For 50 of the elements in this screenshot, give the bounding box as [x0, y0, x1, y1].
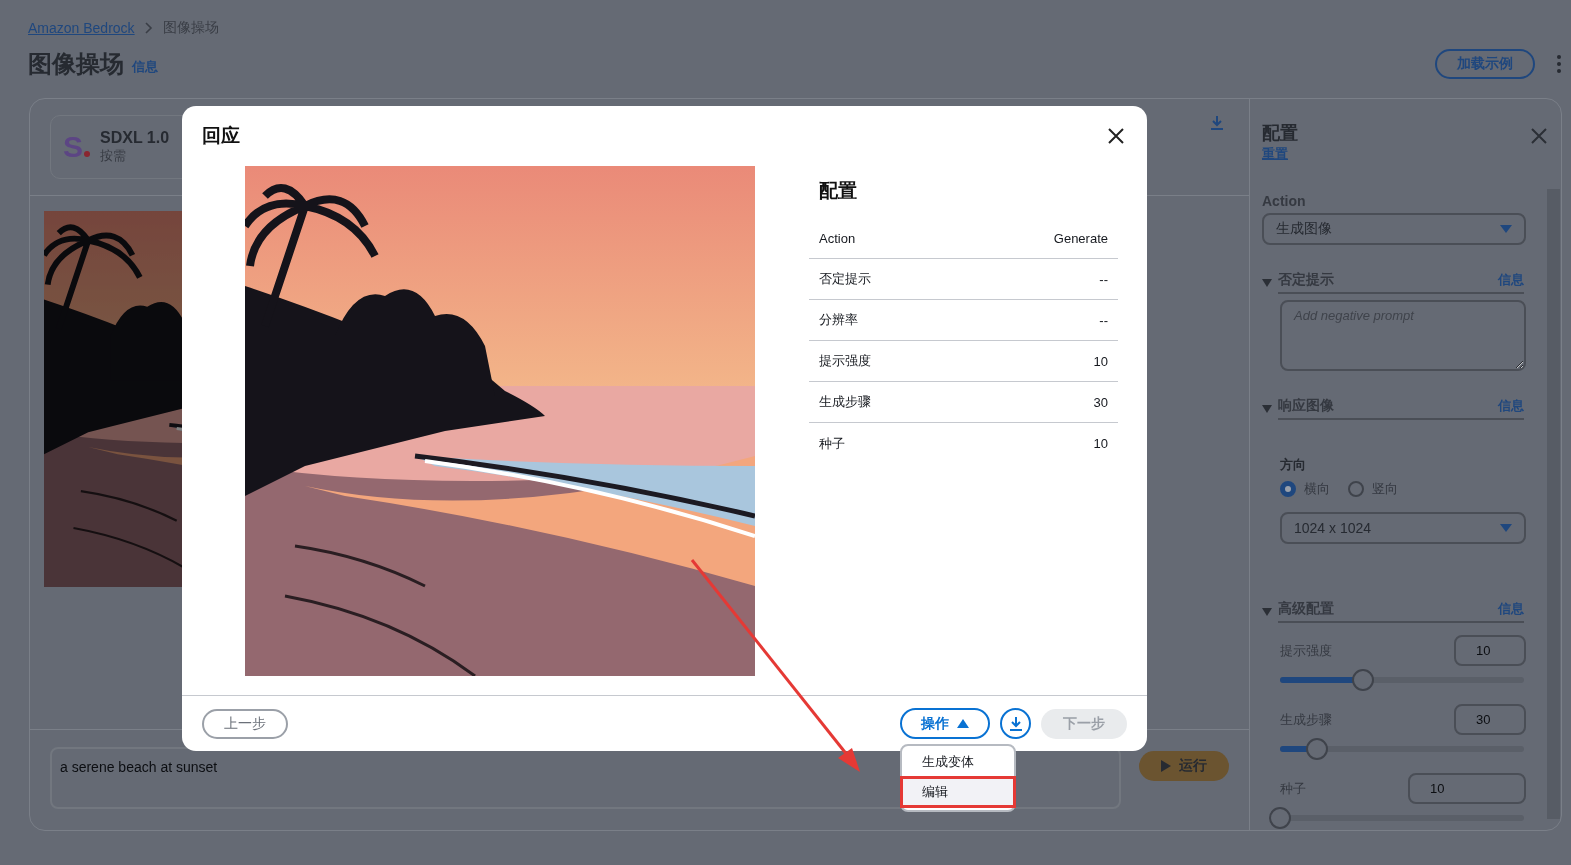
- config-name: 种子: [819, 434, 845, 453]
- menu-item[interactable]: 生成变体: [902, 748, 1014, 776]
- slider-thumb[interactable]: [1351, 669, 1374, 691]
- config-value: 10: [1093, 436, 1108, 451]
- number-field[interactable]: 30: [1454, 704, 1526, 735]
- size-select[interactable]: 1024 x 1024: [1280, 512, 1526, 544]
- model-name: SDXL 1.0: [100, 129, 170, 147]
- run-button[interactable]: 运行: [1139, 751, 1229, 781]
- info-link[interactable]: 信息: [132, 58, 158, 76]
- dropdown-caret-icon: [1500, 225, 1512, 233]
- dropdown-caret-icon: [1500, 524, 1512, 532]
- caret-icon[interactable]: [1262, 606, 1272, 617]
- slider-thumb[interactable]: [1305, 738, 1328, 760]
- chevron-right-icon: [144, 22, 153, 34]
- load-examples-button[interactable]: 加载示例: [1435, 49, 1535, 79]
- panel-title: 配置: [1262, 122, 1298, 145]
- config-value: 30: [1093, 394, 1108, 410]
- scrollbar[interactable]: [1547, 189, 1560, 819]
- download-button[interactable]: [1000, 708, 1031, 739]
- config-name: 生成步骤: [819, 393, 871, 411]
- page-title: 图像操场: [28, 49, 124, 79]
- actions-button[interactable]: 操作: [900, 708, 990, 739]
- config-value: Generate: [1053, 230, 1108, 246]
- previous-button[interactable]: 上一步: [202, 708, 288, 739]
- reset-link[interactable]: 重置: [1262, 145, 1298, 163]
- caret-icon[interactable]: [1262, 403, 1272, 414]
- field-label: 方向: [1280, 456, 1307, 474]
- config-name: 分辨率: [819, 311, 858, 329]
- action-select[interactable]: 生成图像: [1262, 213, 1526, 245]
- info-link[interactable]: 信息: [1498, 271, 1524, 289]
- config-name: 提示强度: [819, 352, 871, 370]
- config-value: --: [1099, 271, 1108, 287]
- info-link[interactable]: 信息: [1498, 600, 1524, 618]
- config-name: 否定提示: [819, 270, 871, 288]
- config-title: 配置: [819, 179, 858, 203]
- config-value: 10: [1093, 353, 1108, 369]
- breadcrumb-link[interactable]: Amazon Bedrock: [28, 20, 135, 36]
- more-options-icon[interactable]: [1557, 55, 1561, 73]
- config-value: --: [1099, 312, 1108, 328]
- info-link[interactable]: 信息: [1498, 397, 1524, 415]
- download-icon[interactable]: [1209, 115, 1225, 131]
- number-field[interactable]: 10: [1408, 773, 1526, 804]
- caret-icon[interactable]: [1262, 277, 1272, 288]
- play-icon: [1161, 760, 1171, 772]
- download-icon: [1007, 715, 1024, 732]
- number-field[interactable]: 10: [1454, 635, 1526, 666]
- menu-item[interactable]: 编辑: [902, 778, 1014, 806]
- config-name: Action: [819, 230, 856, 246]
- slider-thumb[interactable]: [1269, 807, 1291, 829]
- close-icon[interactable]: [1107, 127, 1125, 145]
